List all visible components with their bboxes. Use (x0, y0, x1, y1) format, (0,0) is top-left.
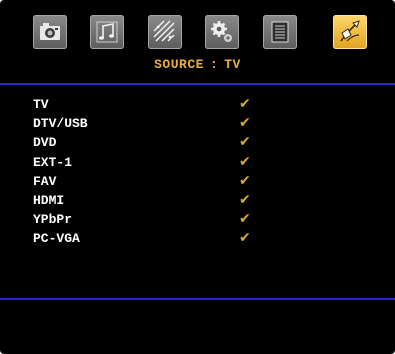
source-item-dvd[interactable]: DVD ✔ (33, 134, 363, 153)
check-icon: ✔ (239, 172, 251, 189)
source-name: YPbPr (33, 212, 73, 228)
check-icon: ✔ (239, 134, 251, 151)
check-icon: ✔ (239, 230, 251, 247)
source-name: PC-VGA (33, 231, 80, 247)
camera-icon (40, 23, 60, 40)
picture-lines-icon (153, 20, 175, 42)
gears-icon (211, 21, 232, 42)
info-bar (0, 300, 395, 354)
source-list: TV ✔ DTV/USB ✔ DVD ✔ EXT-1 ✔ FAV ✔ HDMI … (33, 96, 363, 250)
source-title-label: SOURCE (154, 57, 204, 72)
source-title-separator: : (209, 57, 219, 72)
tab-picture[interactable] (33, 15, 67, 49)
source-item-pc-vga[interactable]: PC-VGA ✔ (33, 230, 363, 249)
check-icon: ✔ (239, 191, 251, 208)
top-divider (0, 83, 395, 85)
tab-sound[interactable] (90, 15, 124, 49)
check-icon: ✔ (239, 211, 251, 228)
menu-icon-bar: SOURCE: TV (0, 0, 395, 86)
source-name: FAV (33, 173, 57, 189)
source-name: DTV/USB (33, 116, 88, 132)
source-name: DVD (33, 135, 57, 151)
music-note-icon (96, 21, 118, 43)
source-item-ext-1[interactable]: EXT-1 ✔ (33, 154, 363, 173)
document-icon (271, 21, 289, 43)
source-name: EXT-1 (33, 154, 73, 170)
source-item-ypbpr[interactable]: YPbPr ✔ (33, 211, 363, 230)
source-item-tv[interactable]: TV ✔ (33, 96, 363, 115)
check-icon: ✔ (239, 153, 251, 170)
source-item-dtv-usb[interactable]: DTV/USB ✔ (33, 115, 363, 134)
source-item-fav[interactable]: FAV ✔ (33, 173, 363, 192)
source-title: SOURCE: TV (0, 57, 395, 72)
source-item-hdmi[interactable]: HDMI ✔ (33, 192, 363, 211)
check-icon: ✔ (239, 115, 251, 132)
tab-features[interactable] (263, 15, 297, 49)
check-icon: ✔ (239, 96, 251, 112)
tab-setup[interactable] (205, 15, 239, 49)
source-plug-icon (340, 20, 360, 42)
tab-source[interactable] (333, 15, 367, 49)
source-name: HDMI (33, 192, 65, 208)
source-name: TV (33, 97, 49, 112)
tab-settings[interactable] (148, 15, 182, 49)
source-title-value: TV (224, 57, 241, 72)
tv-menu-screen: SOURCE: TV TV ✔ DTV/USB ✔ DVD ✔ EXT-1 ✔ F… (0, 0, 395, 354)
